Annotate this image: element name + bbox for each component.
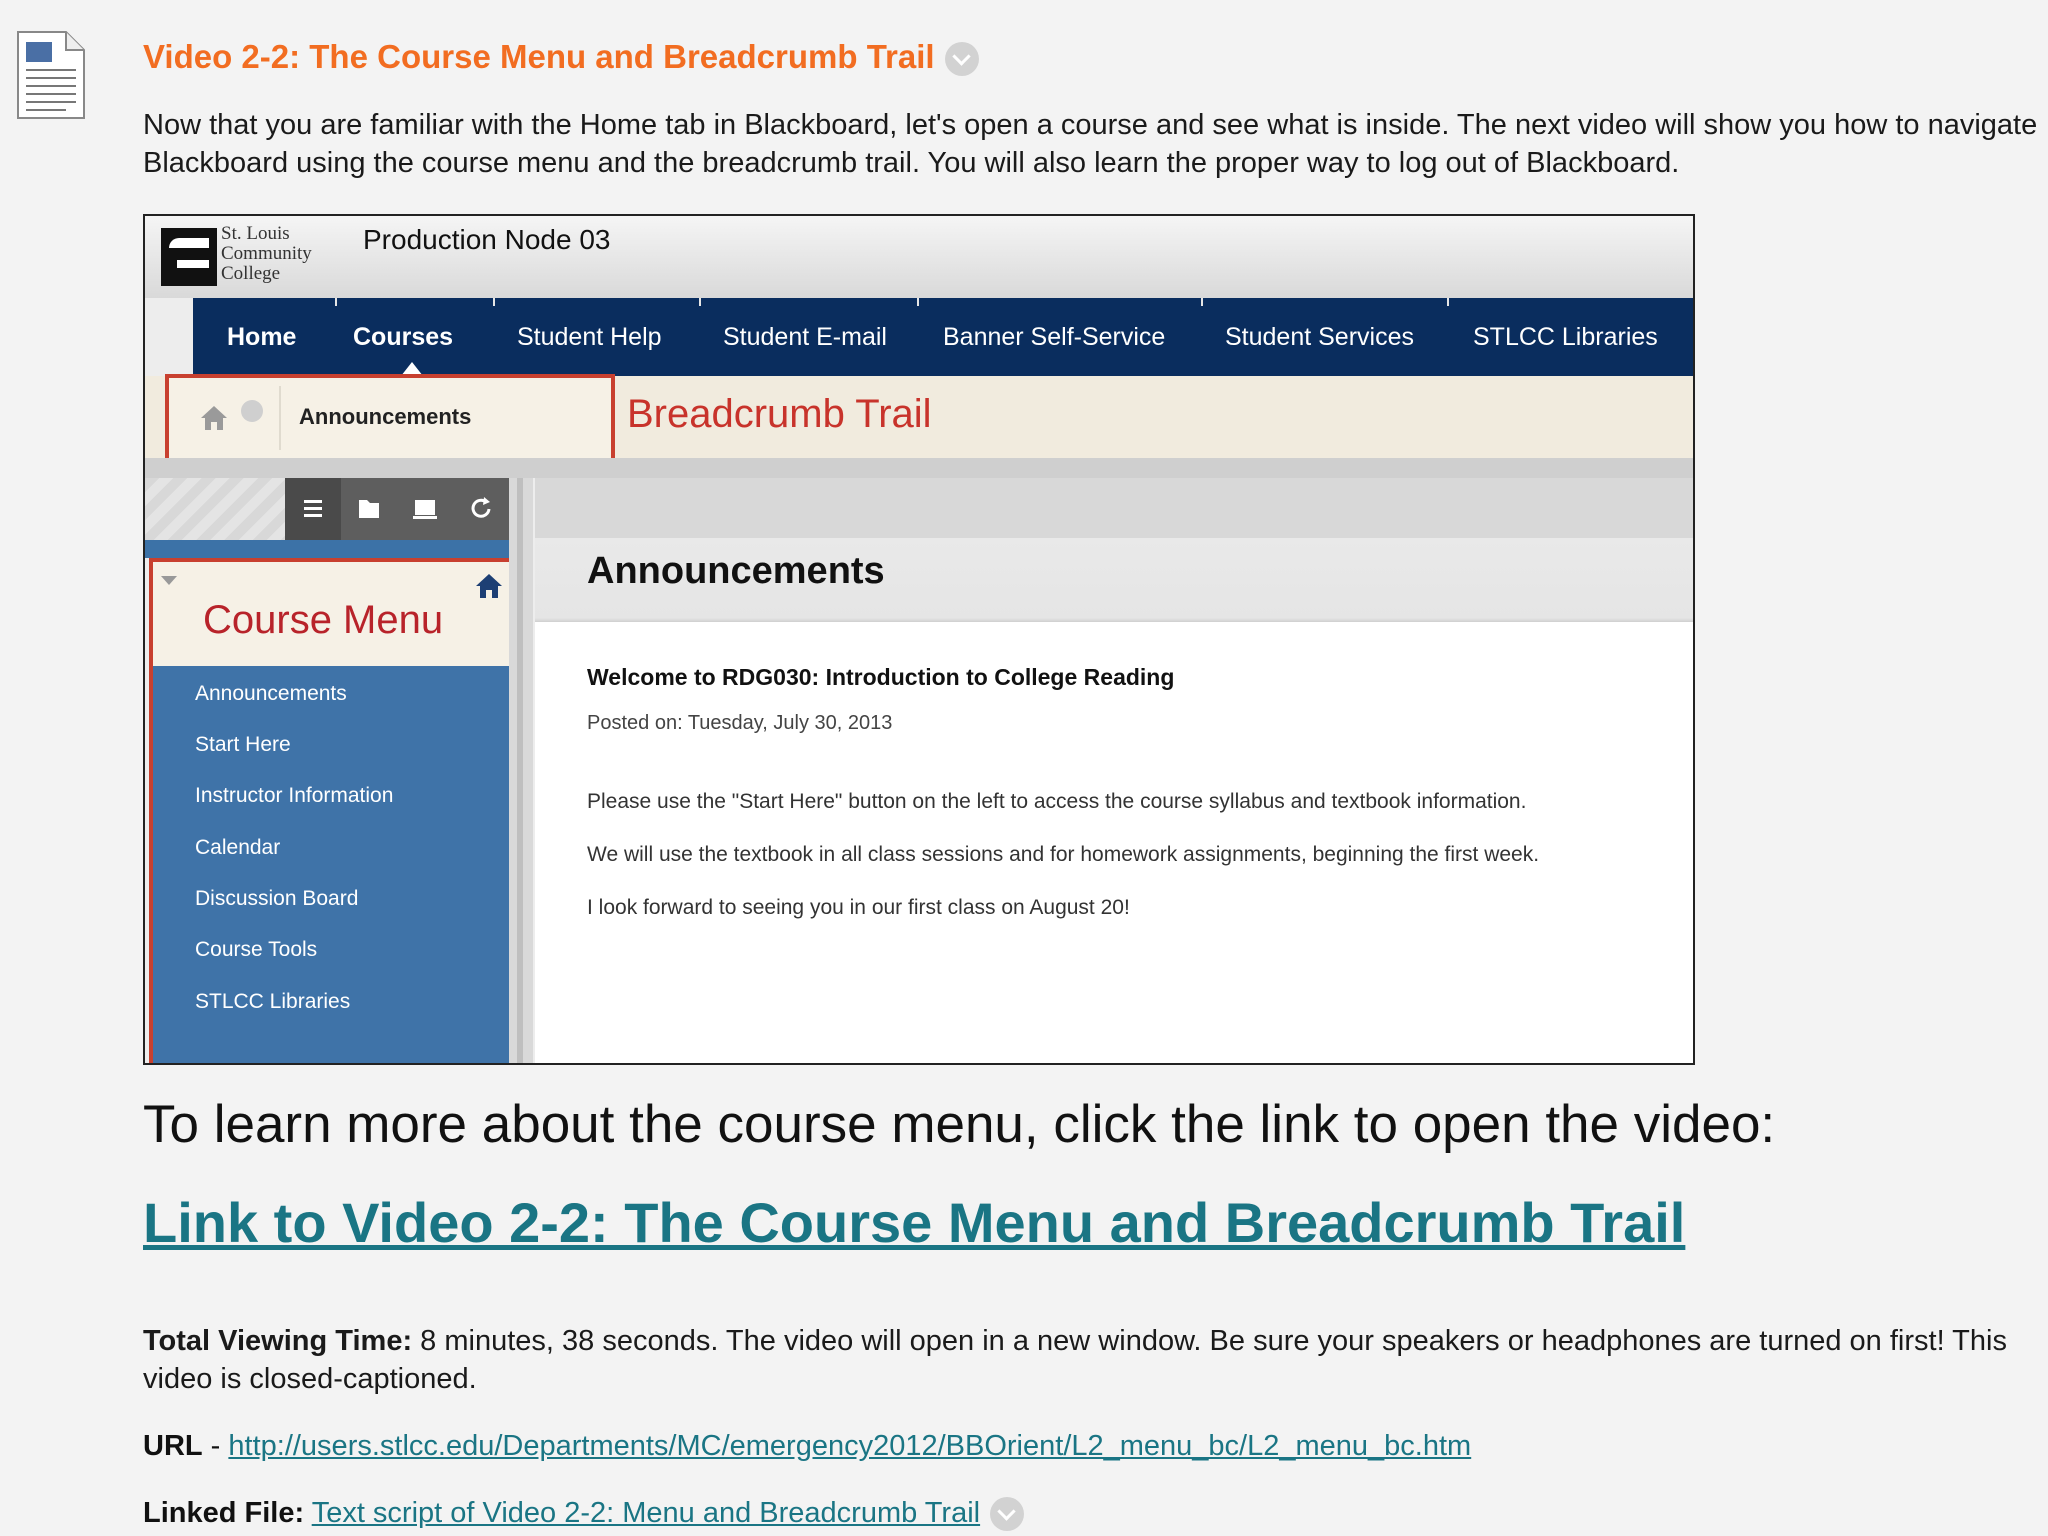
tab-separator	[1201, 298, 1203, 306]
announcement-title: Welcome to RDG030: Introduction to Colle…	[587, 664, 1175, 690]
window-view-icon[interactable]	[397, 478, 453, 540]
course-menu: Course Menu Announcements Start Here Ins…	[149, 558, 513, 1063]
panel-splitter[interactable]	[509, 478, 533, 1063]
video-link[interactable]: Link to Video 2-2: The Course Menu and B…	[143, 1190, 1685, 1255]
breadcrumb-divider	[279, 386, 281, 450]
content-area: Announcements Welcome to RDG030: Introdu…	[535, 478, 1693, 1063]
content-title: Announcements	[587, 550, 885, 592]
divider-strip	[145, 458, 1693, 478]
logo-line: St. Louis	[221, 223, 290, 244]
tab-stlcc-libraries[interactable]: STLCC Libraries	[1473, 298, 1658, 376]
menu-toolbar	[285, 478, 509, 540]
tab-separator	[917, 298, 919, 306]
tab-separator	[699, 298, 701, 306]
refresh-icon[interactable]	[453, 478, 509, 540]
file-options-chevron-icon[interactable]	[990, 1497, 1025, 1532]
breadcrumb-annotation: Breadcrumb Trail	[627, 392, 932, 436]
logo-mark-icon	[161, 228, 217, 286]
tab-bar: Home Courses Student Help Student E-mail…	[193, 298, 1693, 376]
item-title-text: Video 2-2: The Course Menu and Breadcrum…	[143, 38, 935, 75]
menu-item-course-tools[interactable]: Course Tools	[195, 938, 317, 962]
url-separator: -	[202, 1430, 229, 1462]
menu-item-discussion-board[interactable]: Discussion Board	[195, 887, 358, 911]
tab-banner-self-service[interactable]: Banner Self-Service	[943, 298, 1165, 376]
url-label: URL	[143, 1430, 203, 1462]
menu-item-stlcc-libraries[interactable]: STLCC Libraries	[195, 990, 350, 1014]
tab-student-email[interactable]: Student E-mail	[723, 298, 887, 376]
menu-item-instructor-information[interactable]: Instructor Information	[195, 784, 393, 808]
tab-student-help[interactable]: Student Help	[517, 298, 662, 376]
url-line: URL - http://users.stlcc.edu/Departments…	[143, 1430, 1471, 1463]
announcement-paragraph: I look forward to seeing you in our firs…	[587, 896, 1130, 919]
list-view-icon[interactable]	[285, 478, 341, 540]
announcement-paragraph: We will use the textbook in all class se…	[587, 843, 1540, 866]
menu-item-announcements[interactable]: Announcements	[195, 682, 347, 706]
breadcrumb-item[interactable]: Announcements	[299, 404, 471, 430]
menu-item-start-here[interactable]: Start Here	[195, 733, 291, 757]
tab-home[interactable]: Home	[227, 298, 296, 376]
home-icon[interactable]	[199, 404, 229, 432]
tab-separator	[1447, 298, 1449, 306]
announcement-paragraph: Please use the "Start Here" button on th…	[587, 790, 1527, 813]
home-icon[interactable]	[475, 572, 503, 600]
tab-separator	[335, 298, 337, 306]
viewing-time-text: 8 minutes, 38 seconds. The video will op…	[143, 1325, 2007, 1395]
menu-header-pattern	[145, 478, 285, 540]
course-menu-header: Course Menu	[153, 562, 509, 666]
viewing-time: Total Viewing Time: 8 minutes, 38 second…	[143, 1322, 2048, 1398]
breadcrumb-chevron-icon[interactable]	[241, 400, 263, 422]
logo-text: St. Louis Community College	[221, 224, 312, 284]
item-intro: Now that you are familiar with the Home …	[143, 109, 2038, 179]
learn-more-text: To learn more about the course menu, cli…	[143, 1095, 1776, 1154]
tab-separator	[493, 298, 495, 306]
menu-top-band	[145, 540, 509, 558]
college-logo: St. Louis Community College	[161, 224, 331, 290]
item-options-chevron-icon[interactable]	[944, 42, 979, 77]
screenshot-header: St. Louis Community College Production N…	[145, 216, 1693, 298]
viewing-time-label: Total Viewing Time:	[143, 1325, 413, 1357]
menu-item-calendar[interactable]: Calendar	[195, 836, 280, 860]
linked-file-label: Linked File:	[143, 1497, 305, 1529]
linked-file-link[interactable]: Text script of Video 2-2: Menu and Bread…	[312, 1497, 980, 1529]
collapse-triangle-icon[interactable]	[161, 576, 177, 585]
breadcrumb: Announcements	[165, 374, 615, 462]
folder-view-icon[interactable]	[341, 478, 397, 540]
logo-line: Community	[221, 243, 312, 264]
node-title: Production Node 03	[363, 224, 611, 255]
linked-file-line: Linked File: Text script of Video 2-2: M…	[143, 1497, 1025, 1532]
item-title: Video 2-2: The Course Menu and Breadcrum…	[143, 38, 979, 77]
course-menu-annotation: Course Menu	[203, 598, 444, 642]
document-icon	[17, 31, 85, 119]
url-link[interactable]: http://users.stlcc.edu/Departments/MC/em…	[228, 1430, 1471, 1462]
tab-student-services[interactable]: Student Services	[1225, 298, 1414, 376]
logo-line: College	[221, 263, 281, 284]
blackboard-screenshot: St. Louis Community College Production N…	[143, 214, 1695, 1065]
announcement-date: Posted on: Tuesday, July 30, 2013	[587, 712, 893, 734]
